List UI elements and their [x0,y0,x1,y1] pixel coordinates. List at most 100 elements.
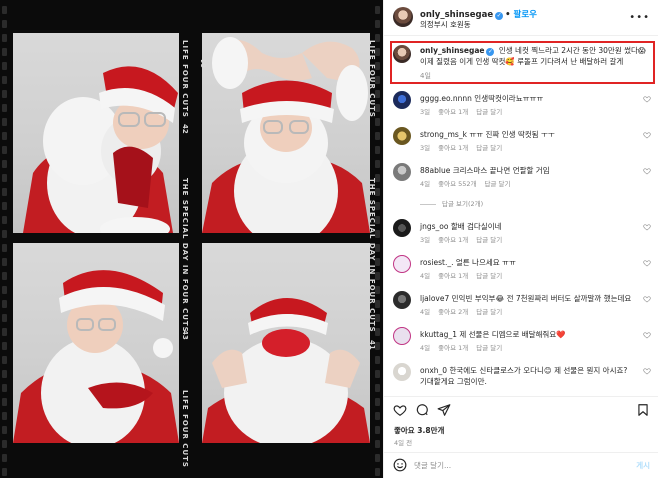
verified-badge-icon: ✓ [486,48,495,56]
comment-body: 할배 검다실이네 [450,222,502,231]
comment-meta: 3일 좋아요 1개 답글 달기 [420,234,510,244]
comment-likes[interactable]: 좋아요 1개 [438,144,468,152]
comment-text: gggg.eo.nnnn 인생딱컷이라뇨ㅠㅠㅠ [420,93,634,104]
comment-likes[interactable]: 좋아요 2개 [438,308,468,316]
heart-icon[interactable] [643,95,651,103]
post-comment-button[interactable]: 게시 [636,460,650,471]
comment-item: 88ablue 크리스마스 끝나면 언팔할 거임 4일 좋아요 552개 답글 달기… [384,163,658,208]
verified-badge-icon: ✓ [495,12,504,20]
post-sidebar: only_shinsegae ✓ • 팔로우 의정부시 호원동 ••• only_s… [383,0,658,478]
comment-body: 얼른 나으세요 ㅠㅠ [455,258,516,267]
emoji-icon[interactable] [393,458,407,472]
heart-icon[interactable] [643,367,651,375]
comment-username[interactable]: strong_ms_k [420,130,467,139]
share-icon[interactable] [437,403,451,417]
comment-username[interactable]: gggg.eo.nnnn [420,94,472,103]
heart-icon[interactable] [643,167,651,175]
frame-number: 43 [181,330,189,340]
comment-meta: 4일 좋아요 552개 답글 달기 [420,178,519,188]
photo-frame-1 [13,33,179,233]
comment-time: 4일 [420,308,431,316]
comment-likes[interactable]: 좋아요 1개 [438,272,468,280]
follow-button[interactable]: 팔로우 [514,10,537,20]
heart-icon[interactable] [643,331,651,339]
avatar[interactable] [393,91,411,109]
caption: only_shinsegae ✓ 인생 네컷 찍느라고 2시간 동안 30만원 썼… [420,45,652,67]
heart-icon[interactable] [643,223,651,231]
post-photo[interactable]: LIFE FOUR CUTS 42 00 LIFE FOUR CUTS THE … [0,0,383,478]
comment-item: jngs_oo 할배 검다실이네 3일 좋아요 1개 답글 달기 [384,219,658,259]
comment-time: 3일 [420,144,431,152]
avatar[interactable] [393,327,411,345]
comment-text: rosiest._. 얼른 나으세요 ㅠㅠ [420,257,634,268]
comment-likes[interactable]: 좋아요 552개 [438,180,476,188]
reply-button[interactable]: 답글 달기 [476,344,502,352]
view-replies-button[interactable]: 답글 보기(2개) [420,198,483,208]
comment-text: onxh_0 한국에도 신타클로스가 오다니😊 제 선물은 뭔지 아시죠? 기대… [420,365,634,387]
comment-time: 3일 [420,108,431,116]
strip-label-middle: THE SPECIAL DAY IN FOUR CUTS [181,178,189,333]
comment-icon[interactable] [415,403,429,417]
comment-text: ljalove7 민익빈 부익부😂 전 7천원짜리 버터도 살까말까 했는데요 [420,293,634,304]
reply-button[interactable]: 답글 달기 [476,108,502,116]
frame-number: 01 [200,58,208,68]
comment-time: 3일 [420,236,431,244]
avatar[interactable] [393,7,413,27]
likes-count[interactable]: 좋아요 3.8만개 [394,425,444,436]
separator-dot: • [505,10,511,20]
reply-button[interactable]: 답글 달기 [476,308,502,316]
reply-button[interactable]: 답글 달기 [476,272,502,280]
comment-username[interactable]: ljalove7 [420,294,449,303]
avatar[interactable] [393,255,411,273]
comment-item: ljalove7 민익빈 부익부😂 전 7천원짜리 버터도 살까말까 했는데요 … [384,291,658,331]
comment-time: 4일 [420,180,431,188]
avatar[interactable] [393,363,411,381]
comment-time: 4일 [420,344,431,352]
comment-meta: 3일 좋아요 1개 답글 달기 [420,142,510,152]
comment-username[interactable]: onxh_0 [420,366,447,375]
more-options-icon[interactable]: ••• [629,12,650,23]
comment-time: 4일 [420,272,431,280]
action-bar: 좋아요 3.8만개 4일 전 [384,396,658,452]
comment-meta: 4일 좋아요 1개 답글 달기 [420,342,510,352]
reply-button[interactable]: 답글 달기 [485,180,511,188]
comment-body: ㅠㅠ 진짜 인생 딱컷됨 ㅜㅜ [469,130,555,139]
avatar[interactable] [393,291,411,309]
comment-likes[interactable]: 좋아요 1개 [438,236,468,244]
caption-avatar[interactable] [393,45,411,63]
reply-button[interactable]: 답글 달기 [476,236,502,244]
comment-username[interactable]: kkuttag_1 [420,330,457,339]
comment-input[interactable] [414,457,614,473]
avatar[interactable] [393,163,411,181]
comment-meta: 3일 좋아요 1개 답글 달기 [420,106,510,116]
caption-time: 4일 [420,72,431,80]
comment-likes[interactable]: 좋아요 1개 [438,344,468,352]
photo-frame-3 [13,243,179,443]
photo-frame-4 [202,243,370,443]
post-header: only_shinsegae ✓ • 팔로우 의정부시 호원동 ••• [384,0,658,36]
heart-icon[interactable] [643,295,651,303]
comment-bar: 게시 [384,452,658,478]
like-heart-icon[interactable] [393,403,407,417]
avatar[interactable] [393,127,411,145]
comment-username[interactable]: rosiest._. [420,258,453,267]
comment-username[interactable]: jngs_oo [420,222,448,231]
comment-likes[interactable]: 좋아요 1개 [438,108,468,116]
comment-body: 민익빈 부익부😂 전 7천원짜리 버터도 살까말까 했는데요 [451,294,632,303]
frame-number: 42 [181,124,189,134]
comment-text: strong_ms_k ㅠㅠ 진짜 인생 딱컷됨 ㅜㅜ [420,129,634,140]
comment-meta: 4일 좋아요 1개 답글 달기 [420,270,510,280]
comment-meta: 4일 좋아요 2개 답글 달기 [420,306,510,316]
frame-number: 00 [12,40,20,50]
heart-icon[interactable] [643,131,651,139]
comment-username[interactable]: 88ablue [420,166,450,175]
reply-button[interactable]: 답글 달기 [476,144,502,152]
caption-username[interactable]: only_shinsegae [420,46,484,55]
location-link[interactable]: 의정부시 호원동 [420,19,471,30]
avatar[interactable] [393,219,411,237]
comment-item: rosiest._. 얼른 나으세요 ㅠㅠ 4일 좋아요 1개 답글 달기 [384,255,658,295]
bookmark-icon[interactable] [636,403,650,417]
comment-text: 88ablue 크리스마스 끝나면 언팔할 거임 [420,165,634,176]
heart-icon[interactable] [643,259,651,267]
photo-frame-2 [202,33,370,233]
